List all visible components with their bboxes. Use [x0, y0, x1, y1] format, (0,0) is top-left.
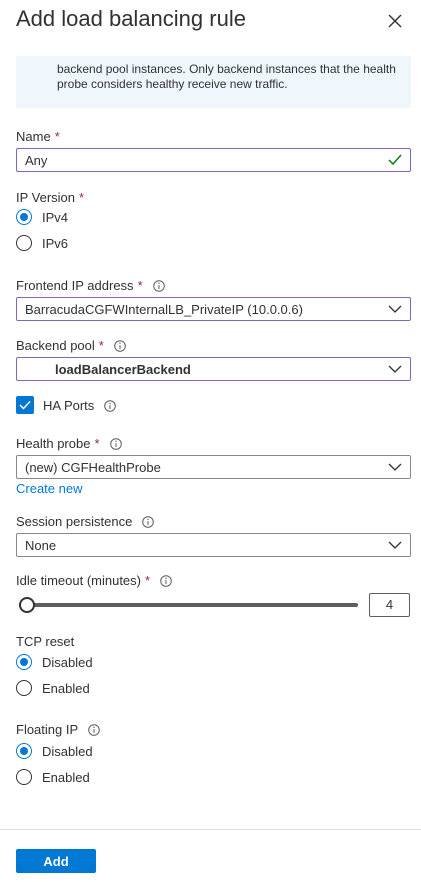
name-value: Any — [25, 152, 48, 168]
ha-ports-checkbox[interactable] — [16, 396, 34, 414]
idle-timeout-slider-thumb[interactable] — [19, 597, 35, 613]
radio-selected-icon[interactable] — [16, 654, 32, 670]
add-button[interactable]: Add — [16, 849, 96, 873]
chevron-down-icon — [388, 541, 402, 549]
health-probe-label: Health probe * — [16, 436, 122, 451]
radio-tcp-reset-disabled[interactable]: Disabled — [16, 654, 93, 670]
radio-unselected-icon[interactable] — [16, 235, 32, 251]
health-probe-dropdown[interactable]: (new) CGFHealthProbe — [16, 455, 411, 479]
footer-divider — [0, 829, 421, 830]
name-label: Name * — [16, 129, 60, 144]
close-icon[interactable] — [384, 10, 406, 32]
backend-pool-value: loadBalancerBackend — [55, 361, 191, 377]
info-icon[interactable] — [152, 279, 165, 292]
chevron-down-icon — [388, 365, 402, 373]
chevron-down-icon — [388, 305, 402, 313]
info-icon[interactable] — [109, 437, 122, 450]
frontend-ip-value: BarracudaCGFWInternalLB_PrivateIP (10.0.… — [25, 301, 303, 317]
radio-unselected-icon[interactable] — [16, 769, 32, 785]
idle-timeout-slider-track[interactable] — [26, 603, 358, 607]
info-icon[interactable] — [142, 515, 155, 528]
info-box: backend pool instances. Only backend ins… — [16, 56, 411, 108]
checkmark-icon — [19, 400, 31, 410]
idle-timeout-input[interactable]: 4 — [369, 593, 410, 617]
checkmark-icon — [388, 154, 402, 166]
idle-timeout-label: Idle timeout (minutes) * — [16, 573, 172, 588]
floating-ip-label: Floating IP — [16, 722, 100, 737]
radio-tcp-reset-enabled[interactable]: Enabled — [16, 680, 90, 696]
radio-unselected-icon[interactable] — [16, 680, 32, 696]
create-new-link[interactable]: Create new — [16, 481, 82, 496]
ha-ports-label: HA Ports — [43, 398, 117, 413]
chevron-down-icon — [388, 463, 402, 471]
backend-pool-dropdown[interactable]: loadBalancerBackend — [16, 357, 411, 381]
info-icon[interactable] — [160, 574, 172, 587]
info-icon[interactable] — [88, 723, 100, 736]
session-persistence-value: None — [25, 537, 57, 553]
frontend-ip-label: Frontend IP address * — [16, 278, 165, 293]
radio-ipv6[interactable]: IPv6 — [16, 235, 68, 251]
radio-floating-ip-enabled[interactable]: Enabled — [16, 769, 90, 785]
frontend-ip-dropdown[interactable]: BarracudaCGFWInternalLB_PrivateIP (10.0.… — [16, 297, 411, 321]
info-icon[interactable] — [114, 339, 126, 352]
session-persistence-dropdown[interactable]: None — [16, 533, 411, 557]
ip-version-label: IP Version * — [16, 190, 85, 205]
panel-title: Add load balancing rule — [16, 6, 246, 31]
health-probe-value: (new) CGFHealthProbe — [25, 459, 161, 475]
backend-pool-label: Backend pool * — [16, 338, 126, 353]
name-input[interactable]: Any — [16, 148, 411, 172]
radio-selected-icon[interactable] — [16, 209, 32, 225]
session-persistence-label: Session persistence — [16, 514, 155, 529]
radio-selected-icon[interactable] — [16, 743, 32, 759]
info-text: backend pool instances. Only backend ins… — [57, 62, 396, 91]
tcp-reset-label: TCP reset — [16, 634, 75, 649]
radio-floating-ip-disabled[interactable]: Disabled — [16, 743, 93, 759]
radio-ipv4[interactable]: IPv4 — [16, 209, 68, 225]
info-icon[interactable] — [104, 399, 117, 412]
